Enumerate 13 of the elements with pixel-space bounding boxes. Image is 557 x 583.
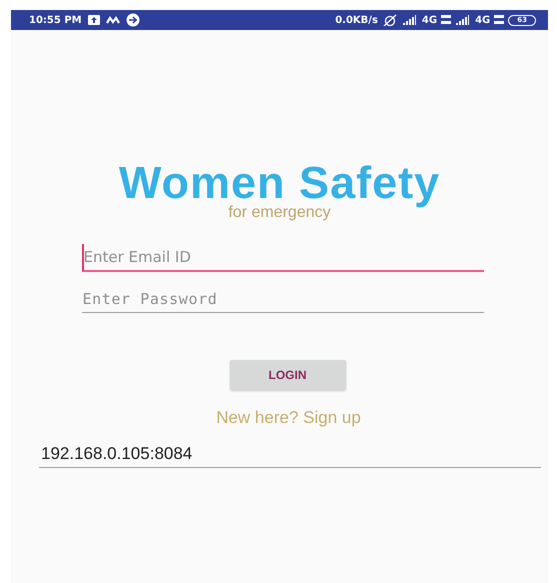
network-type: 4G — [422, 14, 438, 26]
upload-icon — [88, 15, 100, 25]
signal-icon — [402, 15, 418, 25]
network-type: 4G — [475, 14, 490, 26]
login-button[interactable]: LOGIN — [230, 360, 346, 390]
clock: 10:55 PM — [29, 14, 82, 26]
app-subtitle: for emergency — [228, 204, 331, 222]
password-field[interactable]: Enter Password — [82, 286, 484, 313]
email-field[interactable]: Enter Email ID — [82, 244, 484, 272]
signal-icon — [455, 15, 472, 25]
m-logo-icon — [106, 16, 120, 24]
server-address-field[interactable]: 192.168.0.105:8084 — [39, 442, 541, 468]
data-speed: 0.0KB/s — [335, 14, 378, 26]
